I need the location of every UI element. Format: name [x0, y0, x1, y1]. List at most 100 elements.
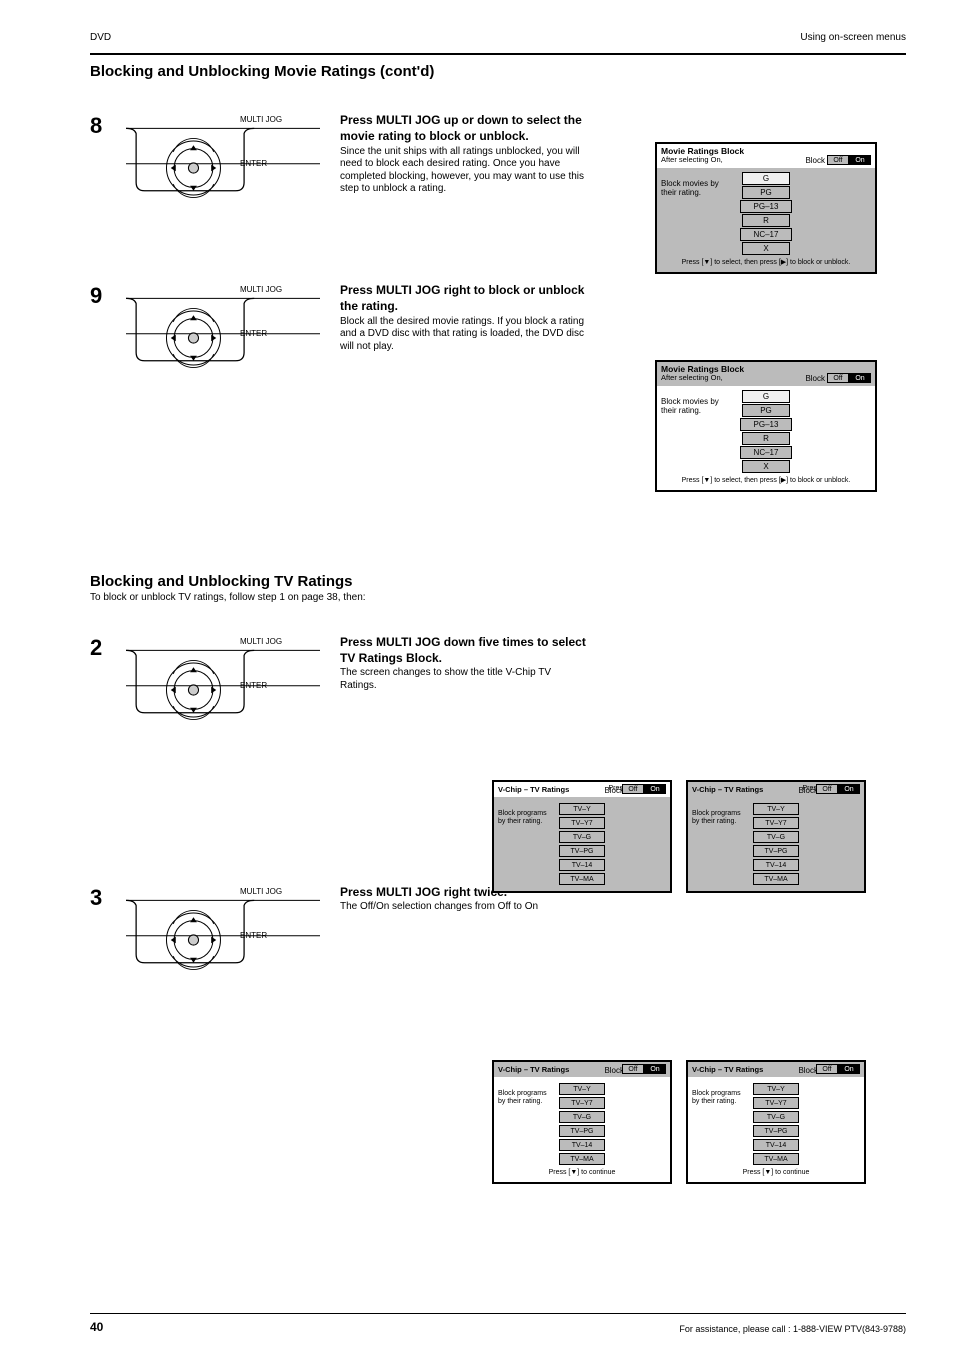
jog-label-top: MULTI JOG — [240, 285, 282, 294]
rating-g[interactable]: G — [742, 172, 790, 185]
rating-tv14[interactable]: TV–14 — [753, 1139, 799, 1151]
toggle-on[interactable]: On — [849, 155, 871, 165]
rating-pg13[interactable]: PG–13 — [740, 200, 792, 213]
rating-g[interactable]: G — [742, 390, 790, 403]
panel-body: Block programs by their rating. TV–Y TV–… — [494, 797, 670, 891]
rating-tvg[interactable]: TV–G — [753, 1111, 799, 1123]
panel-instr: Press [▼] to select, then press [▶] to b… — [682, 476, 851, 484]
header-left: DVD — [90, 32, 111, 43]
step-3-note: The Off/On selection changes from Off to… — [340, 901, 538, 914]
step-8-heading-1: Press MULTI JOG up or down to select the — [340, 113, 590, 127]
toggle-on[interactable]: On — [838, 1064, 860, 1074]
rating-nc17[interactable]: NC–17 — [740, 446, 792, 459]
step-2-note: The screen changes to show the title V-C… — [340, 667, 590, 692]
rating-tv14[interactable]: TV–14 — [559, 859, 605, 871]
rating-tvy7[interactable]: TV–Y7 — [559, 1097, 605, 1109]
step-2-number: 2 — [90, 635, 116, 661]
panel-instr: Press [▼] to select, then press [▶] to b… — [682, 258, 851, 266]
panel-tv-ratings-2b: V-Chip – TV Ratings Press [▶] to adjust … — [686, 780, 866, 893]
rating-r[interactable]: R — [742, 432, 790, 445]
panel-side-label: Block programs by their rating. — [692, 1090, 746, 1105]
rating-pg[interactable]: PG — [742, 404, 790, 417]
toggle-on[interactable]: On — [644, 784, 666, 794]
rating-tvma[interactable]: TV–MA — [753, 873, 799, 885]
rating-tvma[interactable]: TV–MA — [559, 873, 605, 885]
rating-pg13[interactable]: PG–13 — [740, 418, 792, 431]
rating-nc17[interactable]: NC–17 — [740, 228, 792, 241]
panel-header: Movie Ratings Block After selecting On, … — [657, 362, 875, 386]
rating-tv14[interactable]: TV–14 — [753, 859, 799, 871]
panel-header: Movie Ratings Block After selecting On, … — [657, 144, 875, 168]
rating-r[interactable]: R — [742, 214, 790, 227]
panel-instr: Press [▼] to continue — [549, 1169, 616, 1176]
rating-tvy7[interactable]: TV–Y7 — [559, 817, 605, 829]
rating-tvy7[interactable]: TV–Y7 — [753, 1097, 799, 1109]
step-9-heading-2: the rating. — [340, 299, 590, 313]
section-2-intro: To block or unblock TV ratings, follow s… — [90, 592, 690, 605]
page-number: 40 — [90, 1320, 103, 1334]
toggle-off[interactable]: Off — [622, 1064, 644, 1074]
rating-tvpg[interactable]: TV–PG — [753, 845, 799, 857]
toggle-on[interactable]: On — [644, 1064, 666, 1074]
toggle-off[interactable]: Off — [622, 784, 644, 794]
step-3: 3 MULTI JOG ENTER Press MULTI JOG right … — [90, 885, 906, 995]
toggle[interactable]: Off On — [622, 1064, 666, 1074]
panel-body: Block movies by their rating. G PG PG–13… — [657, 168, 875, 272]
rating-tvpg[interactable]: TV–PG — [753, 1125, 799, 1137]
rating-tvy[interactable]: TV–Y — [753, 1083, 799, 1095]
rating-pg[interactable]: PG — [742, 186, 790, 199]
jog-label-top: MULTI JOG — [240, 887, 282, 896]
jog-label-bot: ENTER — [240, 329, 267, 338]
footer-rule — [90, 1313, 906, 1314]
jog-dial-icon — [126, 113, 320, 223]
rating-tvma[interactable]: TV–MA — [753, 1153, 799, 1165]
toggle[interactable]: Off On — [827, 155, 871, 165]
rating-tvpg[interactable]: TV–PG — [559, 1125, 605, 1137]
page-subtitle — [90, 82, 906, 93]
step-2-heading-1: Press MULTI JOG down five times to selec… — [340, 635, 590, 649]
toggle[interactable]: Off On — [816, 784, 860, 794]
jog-label-top: MULTI JOG — [240, 637, 282, 646]
step-9-number: 9 — [90, 283, 116, 309]
panel-side-label: Block programs by their rating. — [498, 1090, 552, 1105]
rating-x[interactable]: X — [742, 242, 790, 255]
step-2-heading-2: TV Ratings Block. — [340, 651, 590, 665]
step-2: 2 MULTI JOG ENTER Press MULTI JOG down f… — [90, 635, 906, 745]
panel-side-label: Block movies by their rating. — [661, 180, 721, 198]
toggle[interactable]: Off On — [816, 1064, 860, 1074]
rating-tvy[interactable]: TV–Y — [753, 803, 799, 815]
toggle-on[interactable]: On — [849, 373, 871, 383]
toggle-off[interactable]: Off — [827, 373, 849, 383]
rating-tvpg[interactable]: TV–PG — [559, 845, 605, 857]
jog-label-bot: ENTER — [240, 681, 267, 690]
rating-tvma[interactable]: TV–MA — [559, 1153, 605, 1165]
panel-header: V-Chip – TV Ratings Block Off On — [494, 1062, 670, 1077]
rating-tvg[interactable]: TV–G — [559, 1111, 605, 1123]
panel-header: V-Chip – TV Ratings Block Off On — [688, 1062, 864, 1077]
rating-tvy[interactable]: TV–Y — [559, 1083, 605, 1095]
panel-header: V-Chip – TV Ratings Press [▶] to adjust … — [494, 782, 670, 797]
panel-side-label: Block movies by their rating. — [661, 398, 721, 416]
panel-header: V-Chip – TV Ratings Press [▶] to adjust … — [688, 782, 864, 797]
rating-tv14[interactable]: TV–14 — [559, 1139, 605, 1151]
toggle-on[interactable]: On — [838, 784, 860, 794]
section-2-title: Blocking and Unblocking TV Ratings — [90, 573, 906, 590]
toggle-off[interactable]: Off — [816, 1064, 838, 1074]
rating-tvy7[interactable]: TV–Y7 — [753, 817, 799, 829]
rating-tvg[interactable]: TV–G — [559, 831, 605, 843]
panel-body: Block programs by their rating. TV–Y TV–… — [494, 1077, 670, 1182]
toggle-off[interactable]: Off — [827, 155, 849, 165]
toggle[interactable]: Off On — [827, 373, 871, 383]
rating-tvg[interactable]: TV–G — [753, 831, 799, 843]
step-8-note: Since the unit ships with all ratings un… — [340, 146, 590, 196]
toggle-off[interactable]: Off — [816, 784, 838, 794]
jog-dial-icon — [126, 885, 320, 995]
jog-dial-icon — [126, 635, 320, 745]
footer-note: For assistance, please call : 1-888-VIEW… — [679, 1324, 906, 1334]
toggle[interactable]: Off On — [622, 784, 666, 794]
step-9-note: Block all the desired movie ratings. If … — [340, 316, 590, 354]
rating-tvy[interactable]: TV–Y — [559, 803, 605, 815]
rating-x[interactable]: X — [742, 460, 790, 473]
panel-side-label: Block programs by their rating. — [692, 810, 746, 825]
block-label: Block — [805, 157, 825, 166]
